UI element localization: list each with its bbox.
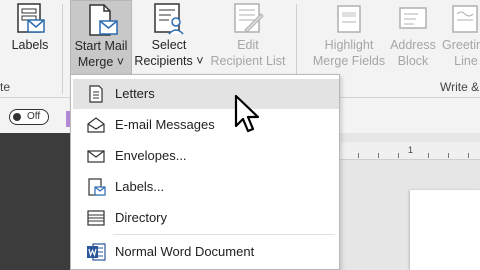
menu-item-label: Labels... xyxy=(115,179,165,194)
address-block-label: Address Block xyxy=(390,38,436,68)
email-envelope-icon xyxy=(87,117,105,133)
word-document-icon xyxy=(87,243,106,261)
greeting-line-label: Greeting Line xyxy=(442,38,480,68)
ruler-tick xyxy=(448,153,449,158)
start-mail-merge-icon xyxy=(89,4,118,36)
labels-button-label: Labels xyxy=(11,38,49,52)
menu-item-envelopes[interactable]: Envelopes... xyxy=(73,141,339,171)
greeting-line-icon xyxy=(452,5,478,33)
directory-list-icon xyxy=(87,210,105,226)
greeting-line-button[interactable]: Greeting Line xyxy=(438,0,480,78)
menu-item-email-messages[interactable]: E-mail Messages xyxy=(73,110,339,140)
address-block-button[interactable]: Address Block xyxy=(388,0,438,78)
edit-recipient-list-icon xyxy=(234,3,264,33)
toggle-label: Off xyxy=(27,111,41,122)
menu-item-letters[interactable]: Letters xyxy=(73,79,339,109)
create-group-label: te xyxy=(0,80,11,94)
start-mail-merge-button[interactable]: Start Mail Merge ˅ xyxy=(70,0,132,78)
off-toggle[interactable]: Off xyxy=(9,109,49,125)
write-insert-group-label: Write & xyxy=(440,80,480,94)
envelope-icon xyxy=(87,150,105,163)
menu-item-normal-word-document[interactable]: Normal Word Document xyxy=(73,237,339,267)
labels-button[interactable]: Labels xyxy=(0,0,60,78)
start-mail-merge-dropdown: Letters E-mail Messages Envelopes... Lab… xyxy=(70,74,340,270)
select-recipients-button[interactable]: Select Recipients ˅ xyxy=(134,0,204,78)
letter-document-icon xyxy=(89,85,103,103)
menu-item-label: Envelopes... xyxy=(115,148,187,163)
document-page[interactable] xyxy=(410,190,480,270)
highlight-icon xyxy=(337,5,361,33)
address-block-icon xyxy=(399,7,427,29)
toggle-knob xyxy=(13,113,21,121)
ruler-tick xyxy=(428,153,429,158)
menu-item-label: Letters xyxy=(115,86,155,101)
menu-item-labels[interactable]: Labels... xyxy=(73,172,339,202)
edit-recipient-list-label: Edit Recipient List xyxy=(210,38,286,68)
menu-item-label: Normal Word Document xyxy=(115,244,255,259)
edit-recipient-list-button[interactable]: Edit Recipient List xyxy=(206,0,290,78)
menu-separator xyxy=(113,234,335,235)
highlight-merge-fields-label: Highlight Merge Fields xyxy=(312,38,386,68)
menu-item-directory[interactable]: Directory xyxy=(73,203,339,233)
labels-icon xyxy=(17,3,45,33)
menu-item-label: Directory xyxy=(115,210,168,225)
highlight-merge-fields-button[interactable]: Highlight Merge Fields xyxy=(310,0,388,78)
ruler-marker: 1 xyxy=(408,145,414,155)
select-recipients-icon xyxy=(154,3,184,35)
ruler-tick xyxy=(378,153,379,158)
start-mail-merge-label: Start Mail Merge ˅ xyxy=(74,39,128,69)
mouse-cursor-icon xyxy=(234,94,260,133)
select-recipients-label: Select Recipients ˅ xyxy=(134,38,204,68)
ruler-tick xyxy=(358,153,359,158)
label-icon xyxy=(88,178,106,196)
menu-item-label: E-mail Messages xyxy=(115,117,215,132)
horizontal-ruler: 1 xyxy=(338,142,480,160)
navigation-pane xyxy=(0,133,72,270)
group-separator xyxy=(62,4,63,94)
ruler-tick xyxy=(468,153,469,158)
ruler-tick xyxy=(398,153,399,158)
